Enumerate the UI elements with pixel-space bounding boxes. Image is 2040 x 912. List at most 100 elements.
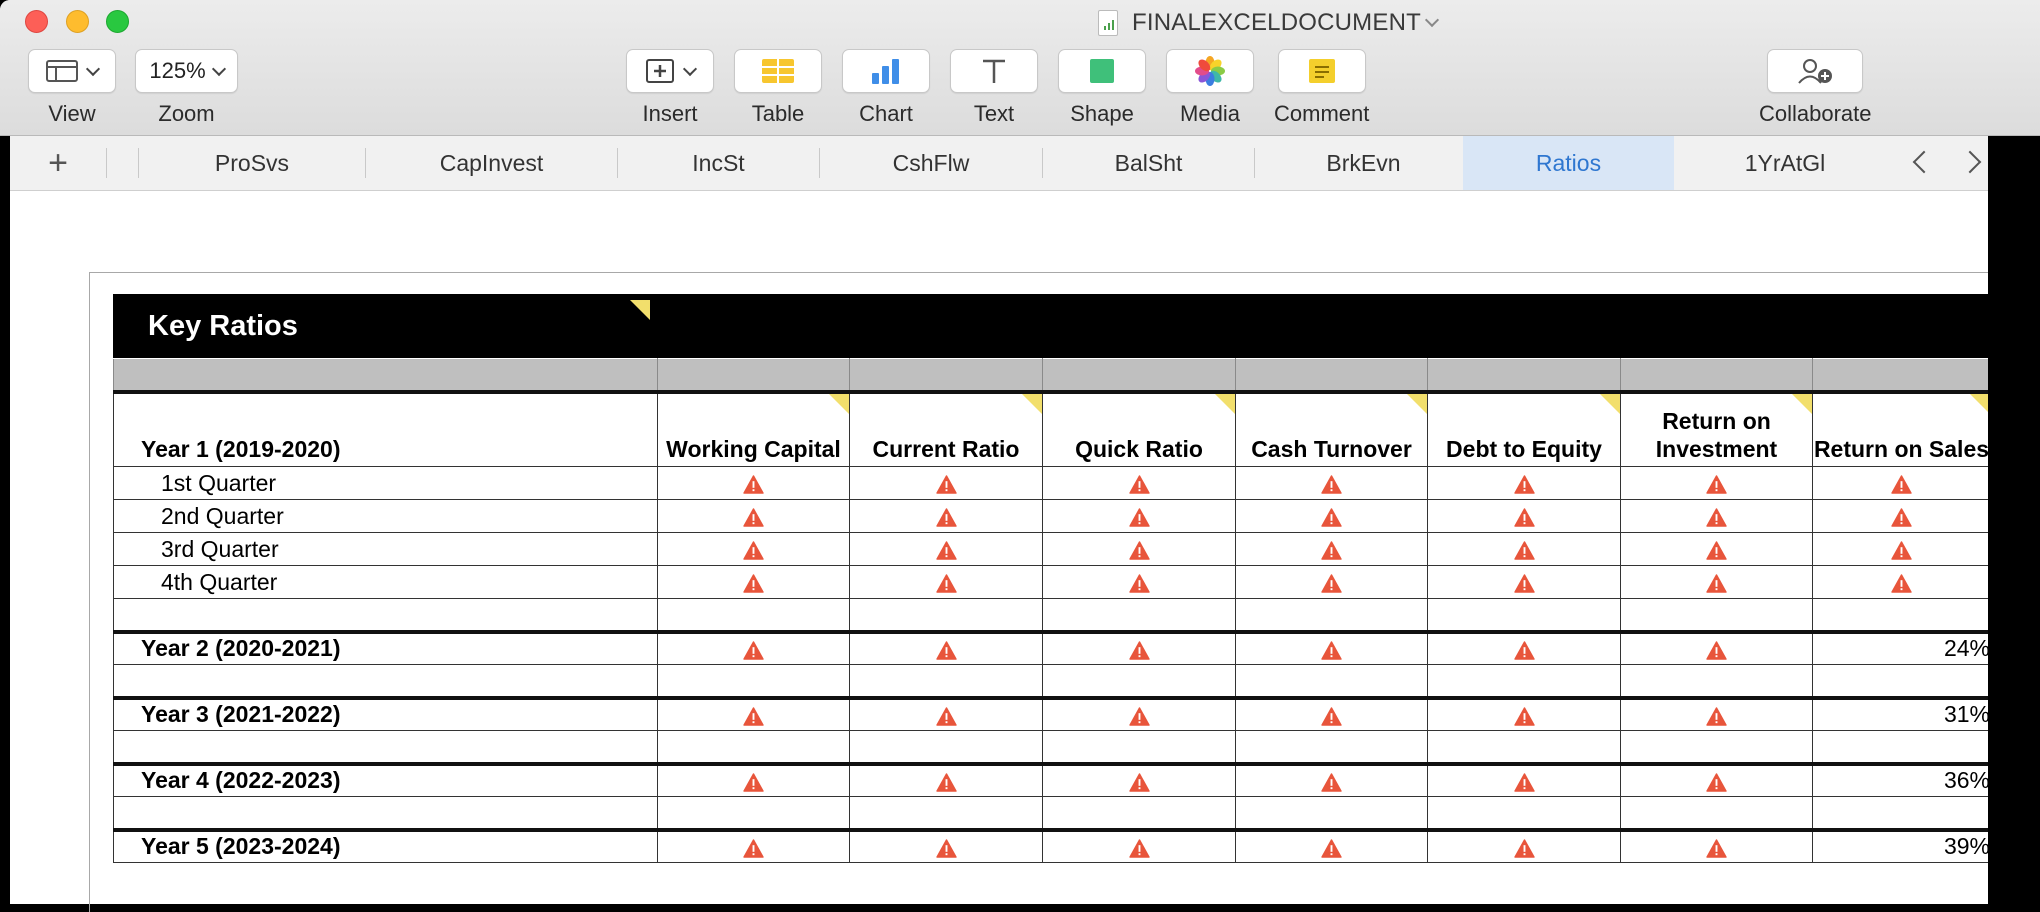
chart-button[interactable] [842, 49, 930, 93]
error-cell[interactable] [1235, 466, 1428, 500]
row-label[interactable]: 1st Quarter [113, 466, 658, 500]
chevron-left-icon[interactable] [1912, 150, 1936, 174]
error-cell[interactable] [1042, 466, 1236, 500]
comment-indicator[interactable] [1215, 393, 1235, 414]
error-cell[interactable] [657, 761, 850, 797]
empty-cell[interactable] [1042, 664, 1236, 698]
return-on-sales-value[interactable]: 39% [1812, 827, 1991, 863]
error-cell[interactable] [1620, 629, 1813, 665]
column-header-quick-ratio[interactable]: Quick Ratio [1042, 391, 1236, 467]
empty-cell[interactable] [1235, 730, 1428, 764]
error-cell[interactable] [1427, 532, 1621, 566]
error-cell[interactable] [1042, 761, 1236, 797]
tab-capinvest[interactable]: CapInvest [366, 136, 617, 190]
empty-cell[interactable] [113, 796, 658, 830]
error-cell[interactable] [1042, 695, 1236, 731]
error-cell[interactable] [1042, 532, 1236, 566]
comment-indicator[interactable] [1792, 393, 1812, 414]
return-on-sales-value[interactable]: 24% [1812, 629, 1991, 665]
add-sheet-button[interactable]: + [10, 136, 106, 190]
column-header-current-ratio[interactable]: Current Ratio [849, 391, 1043, 467]
tab-incst[interactable]: IncSt [618, 136, 819, 190]
error-cell[interactable] [1812, 499, 1991, 533]
error-cell[interactable] [1812, 466, 1991, 500]
error-cell[interactable] [1427, 827, 1621, 863]
tab-balsht[interactable]: BalSht [1043, 136, 1254, 190]
return-on-sales-value[interactable]: 36% [1812, 761, 1991, 797]
comment-indicator[interactable] [1407, 393, 1427, 414]
error-cell[interactable] [1042, 499, 1236, 533]
empty-cell[interactable] [1620, 664, 1813, 698]
tab-ratios[interactable]: Ratios [1463, 136, 1674, 190]
error-cell[interactable] [1042, 629, 1236, 665]
empty-cell[interactable] [1427, 664, 1621, 698]
empty-cell[interactable] [1620, 598, 1813, 632]
comment-indicator[interactable] [829, 393, 849, 414]
error-cell[interactable] [1620, 532, 1813, 566]
empty-cell[interactable] [1235, 796, 1428, 830]
empty-cell[interactable] [1620, 730, 1813, 764]
error-cell[interactable] [1427, 565, 1621, 599]
empty-cell[interactable] [1427, 796, 1621, 830]
error-cell[interactable] [657, 466, 850, 500]
empty-cell[interactable] [1427, 730, 1621, 764]
error-cell[interactable] [657, 629, 850, 665]
empty-cell[interactable] [1042, 796, 1236, 830]
comment-button[interactable] [1277, 49, 1366, 93]
insert-button[interactable] [626, 49, 714, 93]
view-button[interactable] [28, 49, 116, 93]
row-label[interactable]: Year 4 (2022-2023) [113, 761, 658, 797]
error-cell[interactable] [1235, 565, 1428, 599]
column-header-return-on-investment[interactable]: Return on Investment [1620, 391, 1813, 467]
error-cell[interactable] [657, 565, 850, 599]
empty-cell[interactable] [849, 598, 1043, 632]
comment-indicator[interactable] [630, 300, 650, 320]
empty-cell[interactable] [1812, 730, 1991, 764]
tab-prosvs[interactable]: ProSvs [139, 136, 365, 190]
error-cell[interactable] [657, 532, 850, 566]
error-cell[interactable] [849, 629, 1043, 665]
row-header-year-1[interactable]: Year 1 (2019-2020) [113, 391, 658, 467]
error-cell[interactable] [1812, 565, 1991, 599]
chevron-right-icon[interactable] [1958, 150, 1982, 174]
error-cell[interactable] [1620, 761, 1813, 797]
tab-1yratgl[interactable]: 1YrAtGl [1674, 136, 1896, 190]
error-cell[interactable] [1812, 532, 1991, 566]
row-label[interactable]: Year 2 (2020-2021) [113, 629, 658, 665]
table-title[interactable]: Key Ratios [148, 310, 298, 343]
return-on-sales-value[interactable]: 31% [1812, 695, 1991, 731]
column-header-cash-turnover[interactable]: Cash Turnover [1235, 391, 1428, 467]
comment-indicator[interactable] [1970, 393, 1990, 414]
error-cell[interactable] [1235, 827, 1428, 863]
error-cell[interactable] [1427, 695, 1621, 731]
error-cell[interactable] [1620, 565, 1813, 599]
error-cell[interactable] [849, 466, 1043, 500]
error-cell[interactable] [1620, 695, 1813, 731]
empty-cell[interactable] [1812, 664, 1991, 698]
comment-indicator[interactable] [1600, 393, 1620, 414]
empty-cell[interactable] [657, 796, 850, 830]
error-cell[interactable] [657, 499, 850, 533]
error-cell[interactable] [1620, 499, 1813, 533]
row-label[interactable]: 2nd Quarter [113, 499, 658, 533]
error-cell[interactable] [849, 827, 1043, 863]
empty-cell[interactable] [113, 730, 658, 764]
fullscreen-window-button[interactable] [106, 10, 129, 33]
empty-cell[interactable] [1812, 598, 1991, 632]
document-title-menu[interactable]: FINALEXCELDOCUMENT [1098, 8, 1440, 38]
error-cell[interactable] [1235, 499, 1428, 533]
tab-brkevn[interactable]: BrkEvn [1255, 136, 1472, 190]
error-cell[interactable] [849, 565, 1043, 599]
row-label[interactable]: Year 5 (2023-2024) [113, 827, 658, 863]
error-cell[interactable] [1427, 466, 1621, 500]
empty-cell[interactable] [1620, 796, 1813, 830]
error-cell[interactable] [657, 827, 850, 863]
table-button[interactable] [734, 49, 822, 93]
empty-cell[interactable] [1427, 598, 1621, 632]
empty-cell[interactable] [1042, 730, 1236, 764]
close-window-button[interactable] [25, 10, 48, 33]
error-cell[interactable] [1620, 827, 1813, 863]
empty-cell[interactable] [113, 598, 658, 632]
minimize-window-button[interactable] [66, 10, 89, 33]
empty-cell[interactable] [1812, 796, 1991, 830]
